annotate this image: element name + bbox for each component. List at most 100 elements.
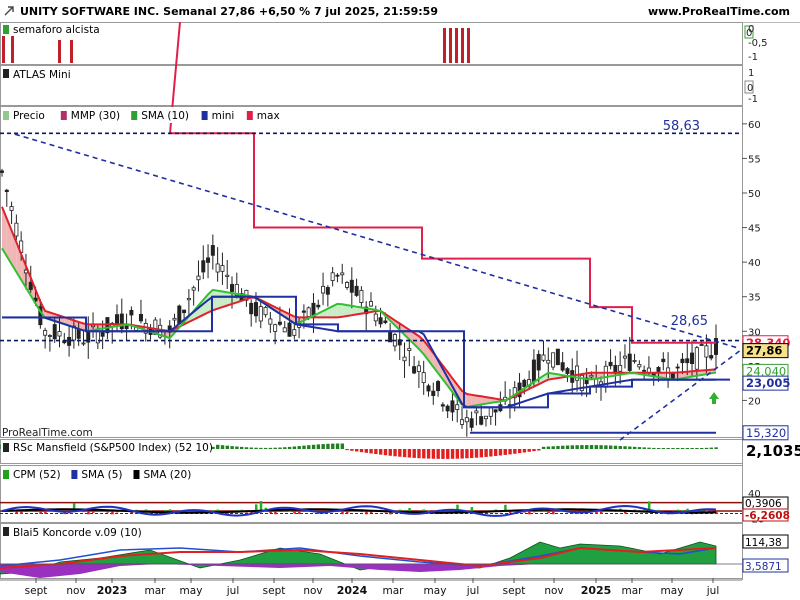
candle-body	[186, 298, 191, 301]
cpm-bar	[341, 511, 344, 515]
mansfield-bar	[225, 445, 230, 449]
legend-label: mini	[212, 110, 235, 122]
level-high-label: 58,63	[663, 119, 700, 134]
candle-body	[81, 342, 86, 345]
legend-label: max	[257, 110, 280, 122]
cpm-bar	[346, 511, 349, 514]
candle-body	[47, 335, 52, 337]
cpm-bar	[87, 511, 90, 515]
candle-body	[464, 417, 469, 423]
chart-canvas[interactable]: semaforo alcista 0 0 -0,5 -1 ATLAS Mini …	[0, 22, 800, 600]
mansfield-bar	[671, 448, 675, 449]
semaforo-swatch	[3, 25, 9, 34]
candle-body	[483, 415, 488, 420]
cpm-bar	[528, 511, 531, 515]
mansfield-bar	[470, 449, 474, 459]
candle-body	[306, 307, 311, 317]
mansfield-bar	[513, 449, 517, 454]
candle-body	[402, 356, 407, 362]
x-tick-label: jul	[226, 585, 240, 597]
candle-body	[412, 366, 417, 374]
mmp-line	[1, 206, 717, 402]
mansfield-bar	[608, 445, 613, 449]
candle-body	[685, 358, 690, 364]
mansfield-bar	[465, 449, 469, 459]
candle-body	[436, 381, 441, 392]
mansfield-bar	[623, 446, 627, 449]
mansfield-bar	[656, 448, 661, 449]
candle-body	[301, 310, 306, 313]
candle-body	[536, 353, 541, 371]
cpm-bar	[398, 509, 402, 511]
candle-body	[124, 325, 129, 330]
x-tick-label: jul	[466, 585, 480, 597]
x-tick-label: may	[661, 585, 684, 597]
mansfield-bar	[388, 449, 392, 456]
mansfield-bar	[561, 445, 565, 449]
cpm-bar	[470, 507, 474, 511]
candle-body	[589, 374, 594, 378]
mansfield-bar	[220, 445, 225, 449]
ribbon-segment	[466, 393, 472, 407]
price-lines	[1, 22, 730, 409]
mansfield-bar	[685, 448, 690, 449]
candle-body	[345, 282, 350, 288]
panel-frames	[0, 22, 743, 579]
candle-body	[637, 364, 642, 368]
price-legend: Precio MMP (30) SMA (10) mini max	[1, 107, 280, 123]
candle-body	[551, 352, 556, 368]
candle-body	[43, 330, 48, 336]
koncorde-axis: 114,38 3,5871	[742, 534, 789, 573]
candle-body	[57, 331, 62, 337]
cpm-bar	[259, 501, 263, 511]
candle-body	[230, 284, 235, 292]
mansfield-bar	[311, 444, 316, 449]
candle-body	[100, 331, 105, 337]
mansfield-bar	[263, 447, 268, 449]
mansfield-bar	[474, 449, 479, 458]
mansfield-bar	[604, 445, 608, 449]
candle-body	[340, 272, 345, 276]
mansfield-bar	[700, 448, 704, 449]
mansfield-bar	[244, 447, 249, 449]
mansfield-bar	[618, 445, 622, 449]
cpm-bar	[20, 511, 23, 515]
x-tick-label: nov	[303, 585, 322, 597]
price-candles	[0, 168, 719, 437]
mansfield-bar	[436, 449, 440, 459]
candle-body	[555, 348, 560, 366]
candle-body	[694, 347, 699, 370]
x-axis: sept nov 2023 mar may jul sept nov 2024 mar may jul…	[0, 578, 742, 597]
candle-body	[608, 361, 613, 367]
cpm-badge-text: -6,2608	[745, 510, 790, 522]
level-mid-label: 28,65	[671, 314, 708, 329]
mansfield-bar	[580, 445, 584, 449]
x-tick-label: jul	[706, 585, 720, 597]
candle-body	[210, 245, 215, 256]
mansfield-bar	[216, 444, 220, 449]
x-tick-label: sept	[25, 585, 48, 597]
mansfield-bar	[532, 449, 536, 452]
mansfield-bar	[369, 449, 373, 454]
mansfield-bar	[407, 449, 412, 458]
candle-body	[642, 369, 647, 372]
candle-body	[196, 275, 201, 281]
atlas-legend: ATLAS Mini	[13, 69, 71, 81]
mansfield-swatch	[3, 443, 9, 452]
mansfield-bar	[642, 447, 646, 449]
mansfield-bar	[628, 446, 632, 449]
cpm-legend-swatch	[71, 470, 78, 479]
mansfield-bar	[417, 449, 421, 459]
cpm-bar	[111, 511, 114, 515]
candle-body	[474, 410, 479, 414]
mansfield-value: 2,1035	[746, 442, 800, 460]
cpm-bar	[705, 510, 708, 512]
cpm-bar	[44, 511, 47, 514]
site-url[interactable]: www.ProRealTime.com	[648, 5, 790, 18]
cpm-sma20-line	[1, 508, 717, 514]
candle-body	[421, 372, 426, 384]
expand-arrow-icon[interactable]	[4, 6, 14, 16]
mansfield-bar	[551, 446, 555, 449]
candle-body	[522, 379, 527, 388]
ribbon-segment	[337, 303, 343, 318]
